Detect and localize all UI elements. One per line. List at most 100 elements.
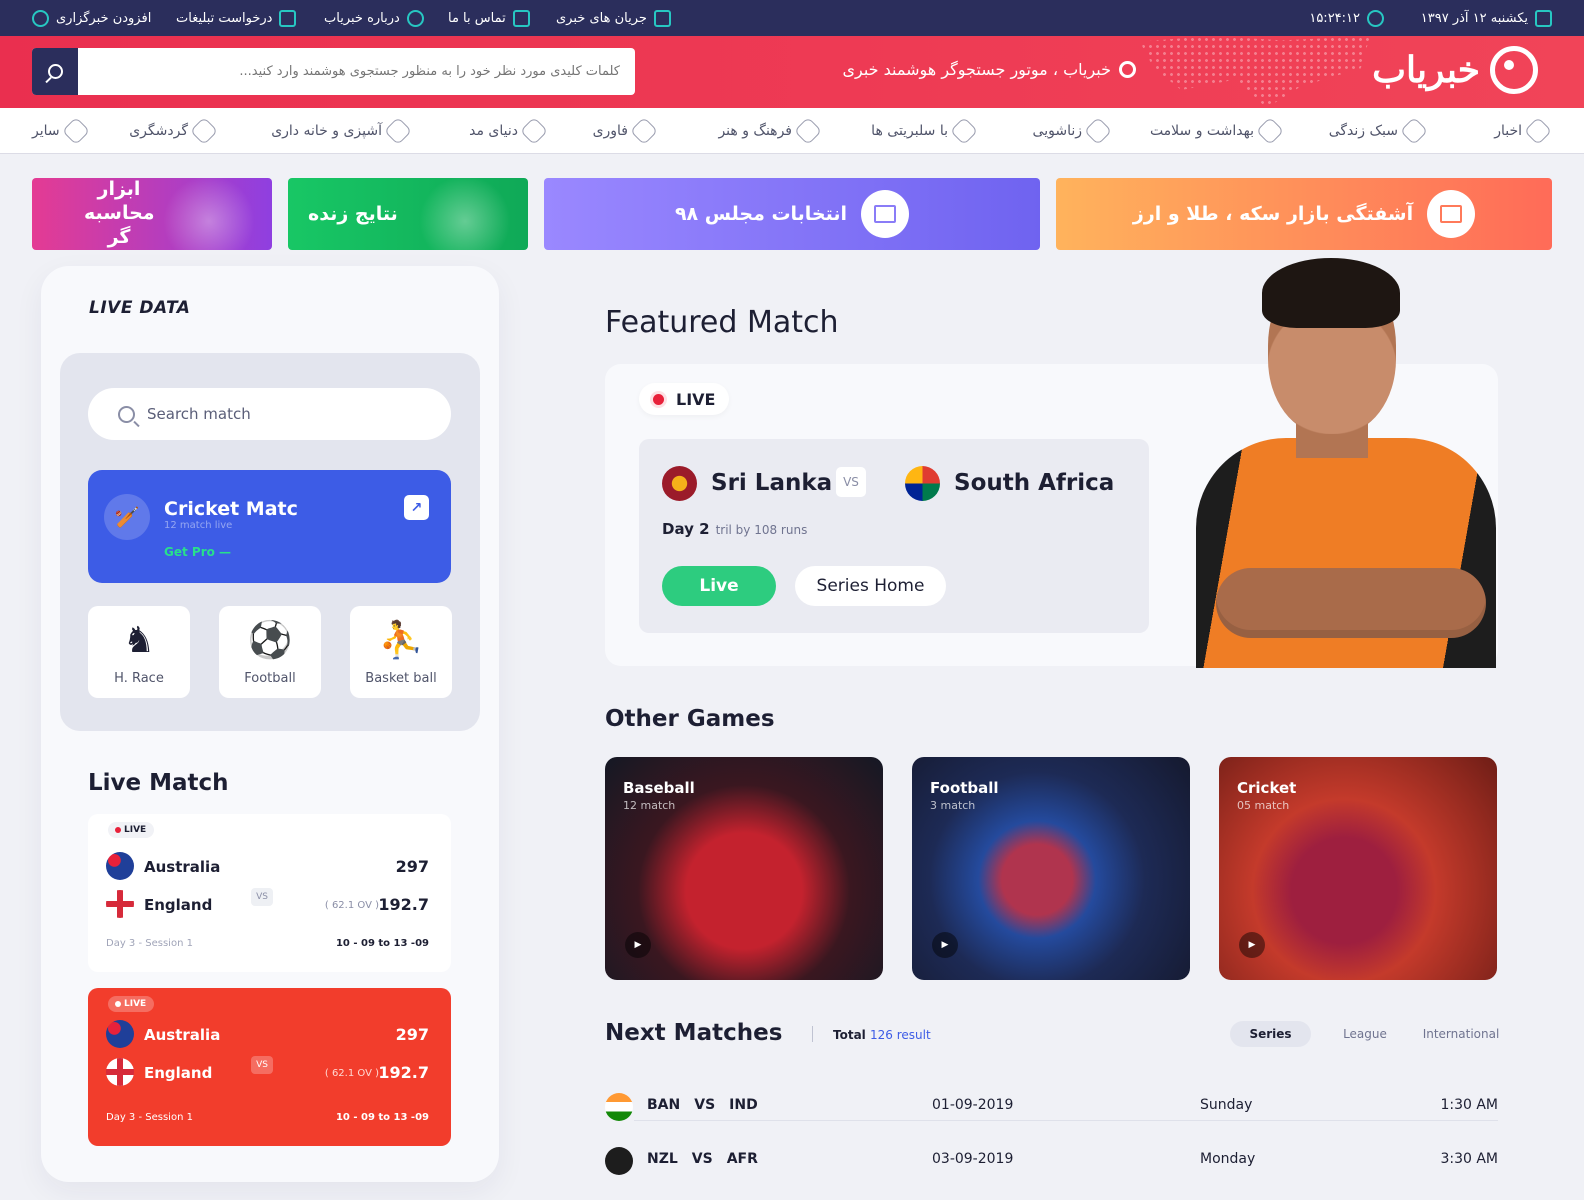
chart-up-icon — [1427, 190, 1476, 238]
banner-elections[interactable]: انتخابات مجلس ۹۸ — [544, 178, 1040, 250]
live-match-card-active[interactable]: LIVE Australia 297 VS England ( 62.1 OV … — [88, 988, 451, 1146]
nav-other[interactable]: سایر — [32, 108, 90, 154]
nav-fashion[interactable]: دنیای مد — [469, 108, 549, 154]
apple-icon — [1399, 116, 1429, 146]
vs-badge: VS — [251, 1056, 273, 1074]
nav-news[interactable]: اخبار — [1494, 108, 1553, 154]
divider — [812, 1026, 813, 1042]
banner-calculator[interactable]: ابزار محاسبه گر — [32, 178, 272, 250]
video-icon — [279, 9, 297, 27]
header-search — [32, 48, 635, 95]
person-icon — [949, 116, 979, 146]
overs: ( 62.1 OV ) — [324, 1068, 379, 1079]
header-search-input[interactable] — [88, 48, 628, 95]
australia-flag-icon — [106, 852, 134, 880]
info-icon — [406, 9, 424, 27]
cricket-promo-card[interactable]: 🏏 Cricket Matc 12 match live Get Pro — ↗ — [88, 470, 451, 583]
vs-badge: VS — [251, 888, 273, 906]
session-info: Day 3 - Session 1 — [106, 1112, 193, 1123]
server-graphic — [154, 178, 264, 250]
live-badge: LIVE — [108, 822, 155, 838]
game-card-baseball[interactable]: Baseball 12 match ▶ — [605, 757, 883, 980]
ad-request-link[interactable]: درخواست تبلیغات — [176, 0, 297, 36]
more-dots-icon — [61, 116, 90, 146]
game-card-football[interactable]: Football 3 match ▶ — [912, 757, 1190, 980]
nav-marriage[interactable]: زناشویی — [1033, 108, 1113, 154]
live-button[interactable]: Live — [662, 566, 776, 606]
banner-market[interactable]: آشفتگی بازار سکه ، طلا و ارز — [1056, 178, 1552, 250]
nav-lifestyle[interactable]: سبک زندگی — [1329, 108, 1429, 154]
plus-circle-icon — [32, 9, 49, 27]
time-text: ۱۵:۲۴:۱۲ — [1309, 10, 1360, 26]
next-match-row[interactable]: NZL VS AFR 03-09-2019 Monday 3:30 AM — [605, 1135, 1498, 1187]
match-time: 1:30 AM — [1440, 1097, 1498, 1113]
panel-title: LIVE DATA — [89, 298, 191, 318]
horse-icon: ♞ — [122, 620, 156, 661]
team-score: 297 — [395, 857, 429, 876]
news-icon — [1523, 116, 1553, 146]
sport-football[interactable]: ⚽ Football — [219, 606, 321, 698]
match-weekday: Sunday — [1200, 1097, 1253, 1113]
session-info: Day 3 - Session 1 — [106, 938, 193, 949]
new-zealand-flag-icon — [605, 1147, 633, 1175]
get-pro-link[interactable]: Get Pro — — [164, 545, 231, 559]
next-matches-title: Next Matches — [605, 1020, 783, 1046]
play-icon[interactable]: ▶ — [625, 932, 651, 958]
slogan: خبریاب ، موتور جستجوگر هوشمند خبری — [843, 60, 1136, 79]
logo-icon — [1490, 46, 1538, 94]
date-text: یکشنبه ۱۲ آذر ۱۳۹۷ — [1420, 10, 1528, 26]
nav-tech[interactable]: فاوری — [593, 108, 659, 154]
play-icon[interactable]: ▶ — [1239, 932, 1265, 958]
hand-heart-icon — [1255, 116, 1285, 146]
about-link[interactable]: درباره خبریاب — [324, 0, 424, 36]
nav-cooking[interactable]: آشپزی و خانه داری — [271, 108, 413, 154]
search-button[interactable] — [32, 48, 78, 95]
mail-icon — [512, 9, 530, 27]
sport-basketball[interactable]: ⛹ Basket ball — [350, 606, 452, 698]
basketball-player-icon: ⛹ — [378, 620, 424, 661]
top-bar: یکشنبه ۱۲ آذر ۱۳۹۷ ۱۵:۲۴:۱۲ افزودن خبرگز… — [0, 0, 1584, 36]
time-display: ۱۵:۲۴:۱۲ — [1309, 0, 1384, 36]
tab-international[interactable]: International — [1418, 1021, 1504, 1047]
add-agency-link[interactable]: افزودن خبرگزاری — [32, 0, 151, 36]
series-home-button[interactable]: Series Home — [795, 566, 946, 606]
featured-match-title: Featured Match — [605, 305, 839, 340]
england-flag-icon — [106, 1058, 134, 1086]
player-arms — [1216, 568, 1486, 638]
sri-lanka-flag-icon — [662, 466, 697, 501]
team-score: 297 — [395, 1025, 429, 1044]
match-weekday: Monday — [1200, 1151, 1256, 1167]
news-streams-link[interactable]: جریان های خبری — [556, 0, 671, 36]
australia-flag-icon — [106, 1020, 134, 1048]
nav-travel[interactable]: گردشگری — [129, 108, 219, 154]
arrow-up-right-icon[interactable]: ↗ — [404, 495, 429, 520]
match-date: 03-09-2019 — [932, 1151, 1014, 1167]
airplane-icon — [189, 116, 219, 146]
tab-league[interactable]: League — [1330, 1021, 1400, 1047]
next-match-row[interactable]: BAN VS IND 01-09-2019 Sunday 1:30 AM — [605, 1081, 1498, 1133]
calendar-icon — [1535, 9, 1552, 27]
play-icon[interactable]: ▶ — [932, 932, 958, 958]
featured-player-image — [1196, 258, 1496, 668]
match-search-field[interactable]: Search match — [88, 388, 451, 440]
nav-culture[interactable]: فرهنگ و هنر — [718, 108, 823, 154]
live-badge: LIVE — [108, 996, 155, 1012]
team2-name: South Africa — [954, 470, 1115, 496]
nav-celebrities[interactable]: با سلبریتی ها — [871, 108, 979, 154]
team-name: England — [144, 896, 213, 914]
category-nav: اخبار سبک زندگی بهداشت و سلامت زناشویی ب… — [0, 108, 1584, 154]
team-score: 192.7 — [378, 895, 429, 914]
search-icon — [47, 64, 63, 79]
brand-logo[interactable]: خبریاب — [1372, 46, 1538, 94]
game-card-cricket[interactable]: Cricket 05 match ▶ — [1219, 757, 1497, 980]
shirt-icon — [519, 116, 549, 146]
sound-wave-icon — [653, 9, 671, 27]
contact-link[interactable]: تماس با ما — [448, 0, 530, 36]
match-search-placeholder: Search match — [147, 405, 251, 423]
nav-health[interactable]: بهداشت و سلامت — [1150, 108, 1285, 154]
tab-series[interactable]: Series — [1230, 1021, 1311, 1047]
banner-live-results[interactable]: نتایج زنده — [288, 178, 528, 250]
sport-horse-race[interactable]: ♞ H. Race — [88, 606, 190, 698]
team-score: 192.7 — [378, 1063, 429, 1082]
live-match-card[interactable]: LIVE Australia 297 VS England ( 62.1 OV … — [88, 814, 451, 972]
